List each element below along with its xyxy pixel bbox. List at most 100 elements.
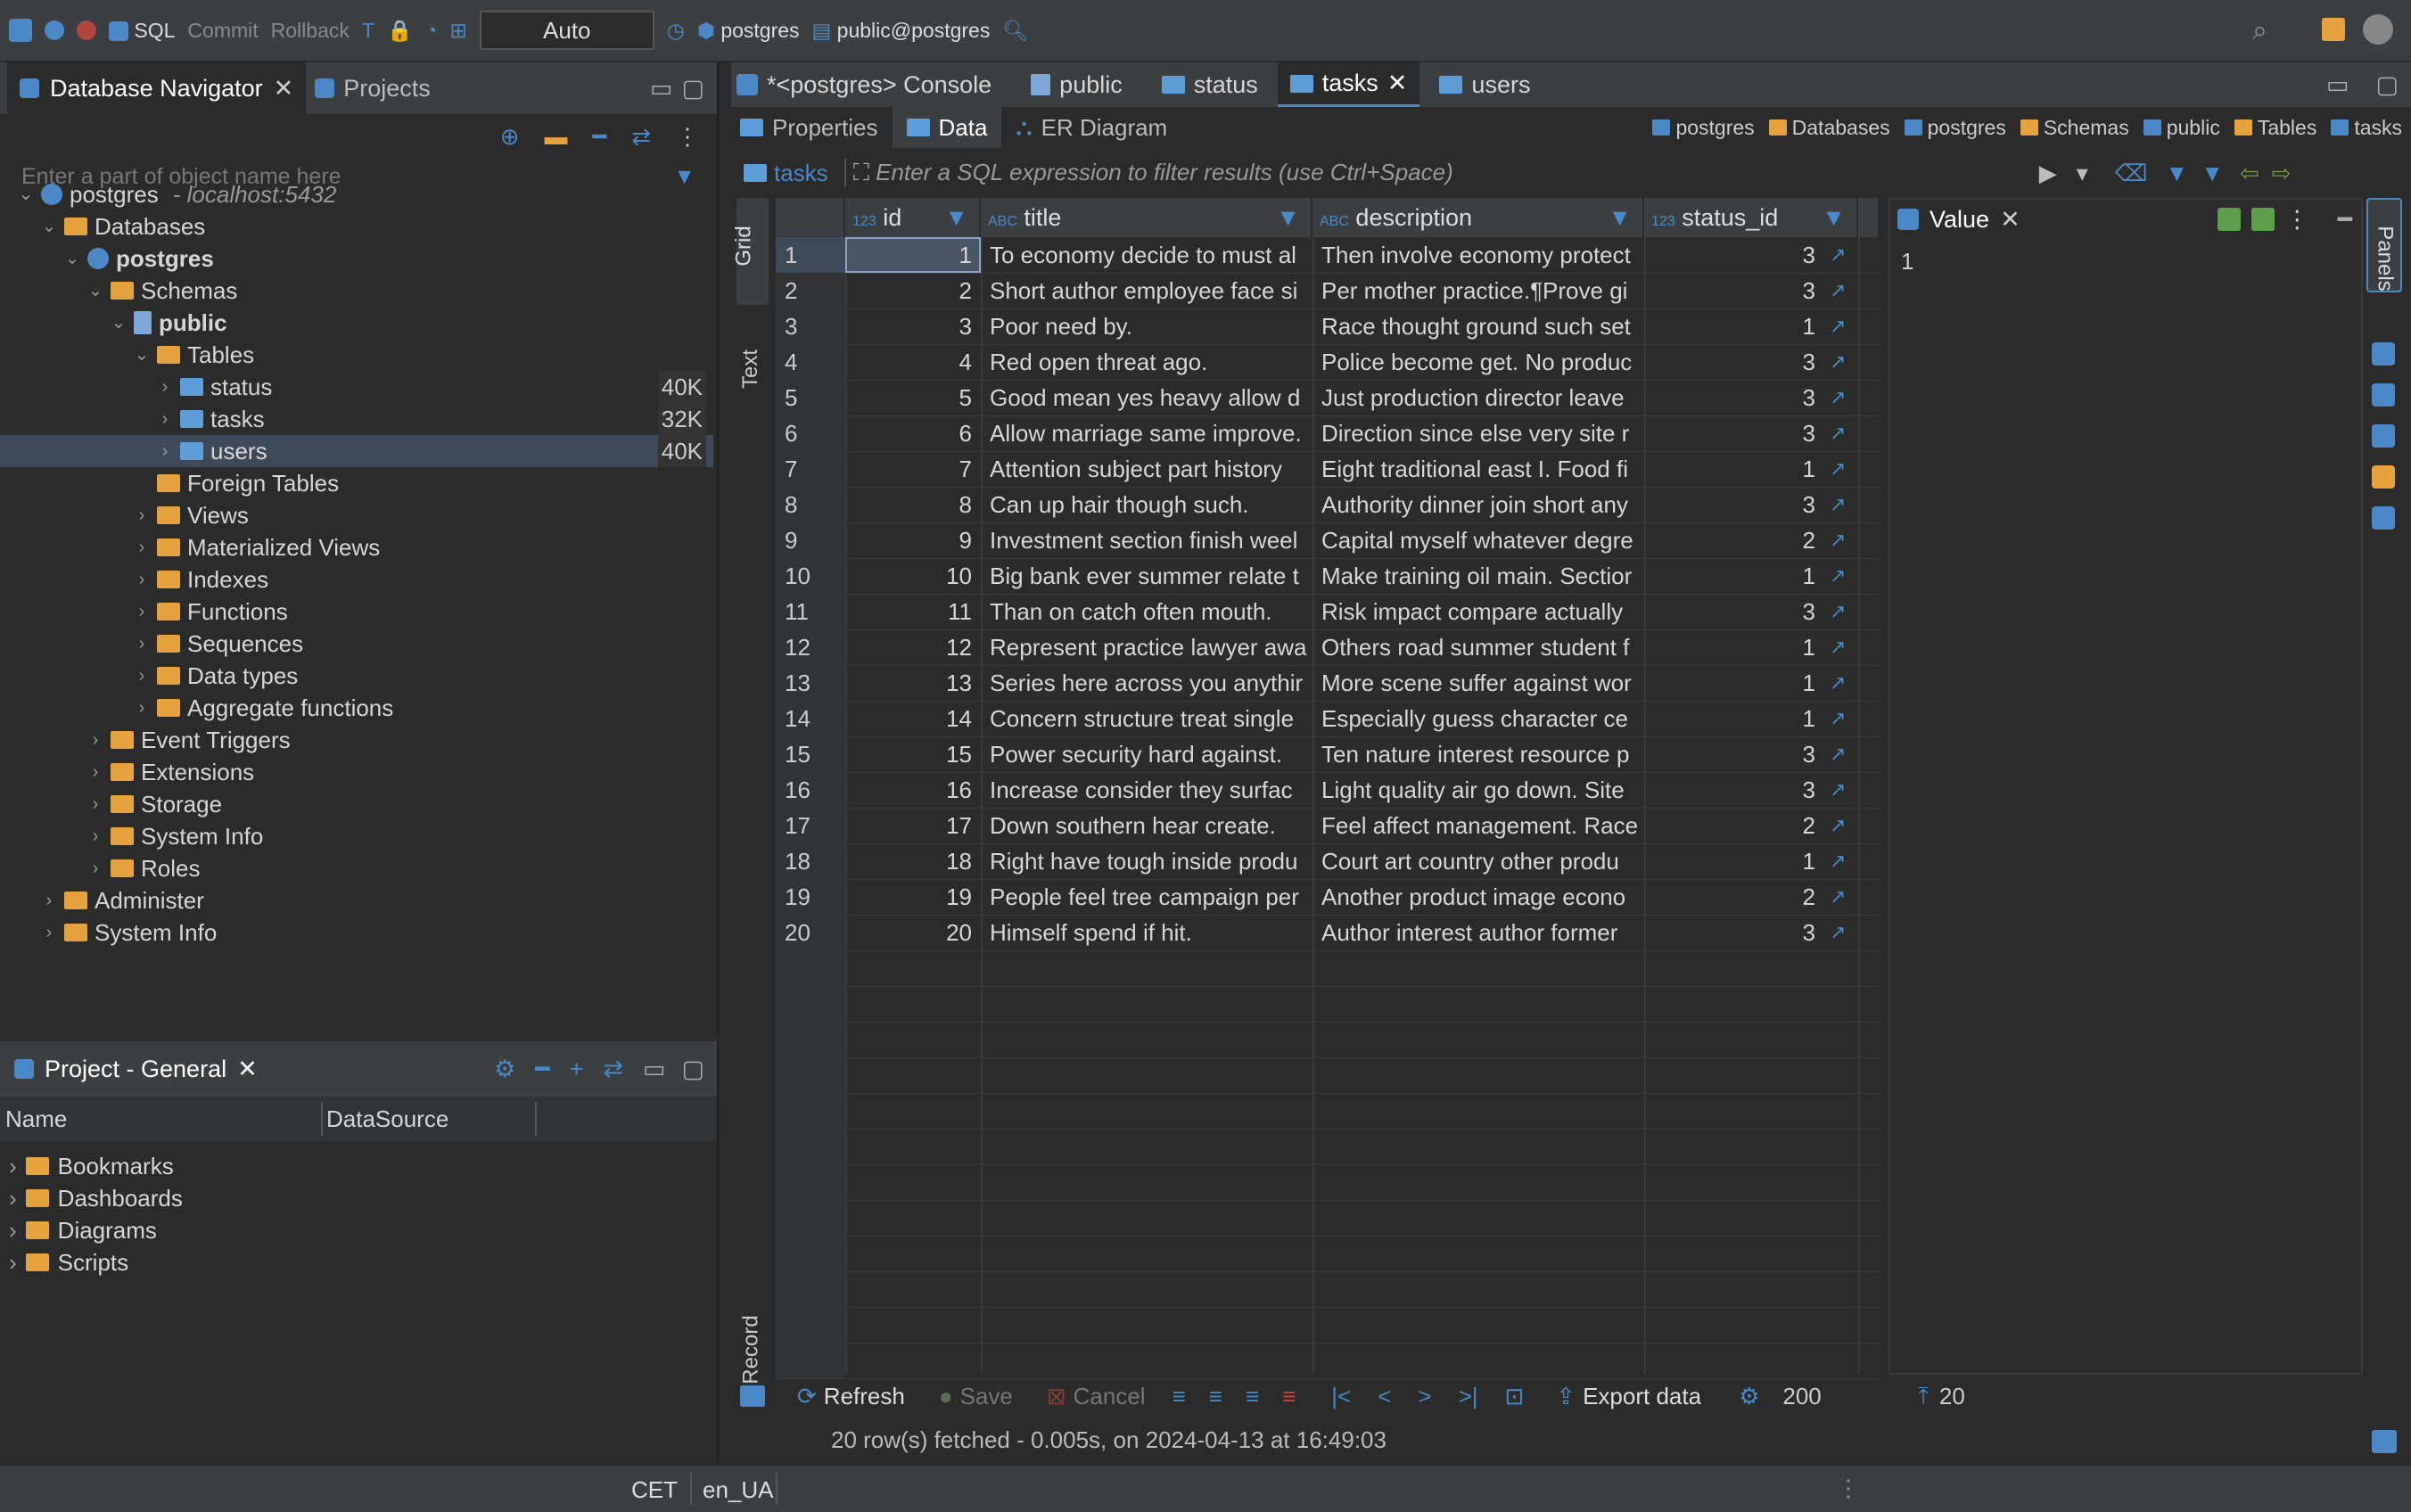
- chevron-right-icon[interactable]: ›: [134, 660, 150, 692]
- chevron-down-icon[interactable]: ⌄: [87, 275, 103, 307]
- transaction-mode-icon[interactable]: T: [362, 19, 374, 43]
- tab-tasks[interactable]: tasks ✕: [1277, 62, 1420, 107]
- next-page-icon[interactable]: >: [1418, 1383, 1431, 1410]
- cell-id[interactable]: 11: [845, 594, 981, 629]
- cell-description[interactable]: More scene suffer against wor: [1312, 665, 1644, 701]
- fetch-size-input[interactable]: 200: [1782, 1383, 1898, 1410]
- cell-description[interactable]: Race thought ground such set: [1312, 308, 1644, 344]
- row-number[interactable]: 19: [776, 879, 845, 915]
- cell-description[interactable]: Make training oil main. Sectior: [1312, 558, 1644, 594]
- avatar[interactable]: [2363, 14, 2393, 45]
- tree-item[interactable]: › System Info: [87, 820, 713, 852]
- column-header-title[interactable]: ABC title ▼: [981, 198, 1312, 237]
- open-reference-icon[interactable]: ↗: [1830, 665, 1846, 701]
- new-connection-icon[interactable]: [9, 19, 32, 42]
- cell-status-id[interactable]: 3: [1644, 415, 1824, 451]
- save-value-icon[interactable]: [2217, 208, 2241, 231]
- delete-row-icon[interactable]: ≡: [1282, 1383, 1296, 1410]
- open-reference-icon[interactable]: ↗: [1830, 808, 1846, 843]
- chevron-right-icon[interactable]: ›: [134, 531, 150, 563]
- open-reference-icon[interactable]: ↗: [1830, 558, 1846, 594]
- cell-description[interactable]: Author interest author former: [1312, 915, 1644, 950]
- cell-title[interactable]: Poor need by.: [981, 308, 1312, 344]
- row-number[interactable]: 16: [776, 772, 845, 808]
- cell-title[interactable]: People feel tree campaign per: [981, 879, 1312, 915]
- tab-users[interactable]: users: [1419, 71, 1550, 99]
- chevron-right-icon[interactable]: ›: [134, 499, 150, 531]
- fetch-all-icon[interactable]: ⊡: [1505, 1383, 1525, 1410]
- folder-icon[interactable]: ▬: [545, 123, 568, 151]
- close-icon[interactable]: ✕: [2000, 206, 2020, 234]
- maximize-icon[interactable]: ▢: [681, 1056, 704, 1083]
- tree-item[interactable]: ⌄ postgres: [64, 242, 713, 275]
- tab-public[interactable]: public: [1011, 71, 1142, 99]
- row-number[interactable]: 4: [776, 344, 845, 380]
- active-connection-selector[interactable]: ⬢ postgres: [697, 19, 800, 43]
- tree-item[interactable]: › Materialized Views: [134, 531, 713, 563]
- tree-item[interactable]: › Views: [134, 499, 713, 531]
- open-reference-icon[interactable]: ↗: [1830, 273, 1846, 308]
- cell-title[interactable]: Investment section finish weel: [981, 522, 1312, 558]
- cell-description[interactable]: Especially guess character ce: [1312, 701, 1644, 736]
- chevron-right-icon[interactable]: ›: [134, 596, 150, 628]
- chevron-right-icon[interactable]: ›: [41, 884, 57, 916]
- rollback-button[interactable]: Rollback: [271, 19, 350, 43]
- chevron-right-icon[interactable]: ›: [87, 756, 103, 788]
- chevron-right-icon[interactable]: ›: [9, 1150, 17, 1182]
- open-reference-icon[interactable]: ↗: [1830, 308, 1846, 344]
- tree-item[interactable]: › Functions: [134, 596, 713, 628]
- breadcrumb-item[interactable]: Schemas: [2020, 116, 2129, 140]
- row-number[interactable]: 6: [776, 415, 845, 451]
- value-content[interactable]: 1: [1890, 239, 2361, 284]
- forward-icon[interactable]: ⇨: [2272, 160, 2292, 187]
- row-number[interactable]: 14: [776, 701, 845, 736]
- perspective-icon[interactable]: [2322, 18, 2345, 41]
- cell-description[interactable]: Feel affect management. Race: [1312, 808, 1644, 843]
- cell-description[interactable]: Light quality air go down. Site: [1312, 772, 1644, 808]
- copy-row-icon[interactable]: ≡: [1246, 1383, 1259, 1410]
- cell-description[interactable]: Direction since else very site r: [1312, 415, 1644, 451]
- open-reference-icon[interactable]: ↗: [1830, 451, 1846, 487]
- column-datasource[interactable]: DataSource: [326, 1097, 448, 1141]
- row-number[interactable]: 1: [776, 237, 845, 273]
- chevron-right-icon[interactable]: ›: [41, 916, 57, 949]
- chevron-right-icon[interactable]: ›: [157, 435, 173, 467]
- row-number[interactable]: 2: [776, 273, 845, 308]
- text-side-tab[interactable]: Text: [736, 330, 769, 419]
- open-reference-icon[interactable]: ↗: [1830, 879, 1846, 915]
- open-reference-icon[interactable]: ↗: [1830, 594, 1846, 629]
- panels-side-tab[interactable]: Panels: [2366, 198, 2402, 292]
- search-icon[interactable]: 🔍︎: [1002, 19, 1028, 43]
- cell-status-id[interactable]: 1: [1644, 558, 1824, 594]
- tree-item[interactable]: › Sequences: [134, 628, 713, 660]
- row-number[interactable]: 15: [776, 736, 845, 772]
- cell-status-id[interactable]: 3: [1644, 736, 1824, 772]
- maximize-icon[interactable]: ▢: [2375, 71, 2399, 99]
- cell-title[interactable]: Down southern hear create.: [981, 808, 1312, 843]
- panel-toggle-icon[interactable]: [2372, 1430, 2397, 1453]
- open-reference-icon[interactable]: ↗: [1830, 843, 1846, 879]
- cell-id[interactable]: 2: [845, 273, 981, 308]
- cell-description[interactable]: Police become get. No produc: [1312, 344, 1644, 380]
- row-number[interactable]: 17: [776, 808, 845, 843]
- cell-status-id[interactable]: 3: [1644, 273, 1824, 308]
- chevron-right-icon[interactable]: ›: [9, 1246, 17, 1278]
- chevron-right-icon[interactable]: ›: [9, 1182, 17, 1214]
- cell-status-id[interactable]: 3: [1644, 772, 1824, 808]
- tree-item[interactable]: › Administer: [41, 884, 713, 916]
- column-name[interactable]: Name: [5, 1097, 67, 1141]
- row-number[interactable]: 7: [776, 451, 845, 487]
- tree-item[interactable]: › tasks 32K: [157, 403, 713, 435]
- cell-title[interactable]: Than on catch often mouth.: [981, 594, 1312, 629]
- project-item[interactable]: › Dashboards: [9, 1182, 183, 1214]
- cell-id[interactable]: 13: [845, 665, 981, 701]
- cell-title[interactable]: Series here across you anythir: [981, 665, 1312, 701]
- cell-id[interactable]: 19: [845, 879, 981, 915]
- cell-status-id[interactable]: 3: [1644, 487, 1824, 522]
- open-reference-icon[interactable]: ↗: [1830, 380, 1846, 415]
- tree-item[interactable]: › Data types: [134, 660, 713, 692]
- project-tab[interactable]: Project - General ✕: [7, 1056, 265, 1083]
- sort-icon[interactable]: ▼: [944, 198, 968, 237]
- row-number[interactable]: 11: [776, 594, 845, 629]
- row-number[interactable]: 13: [776, 665, 845, 701]
